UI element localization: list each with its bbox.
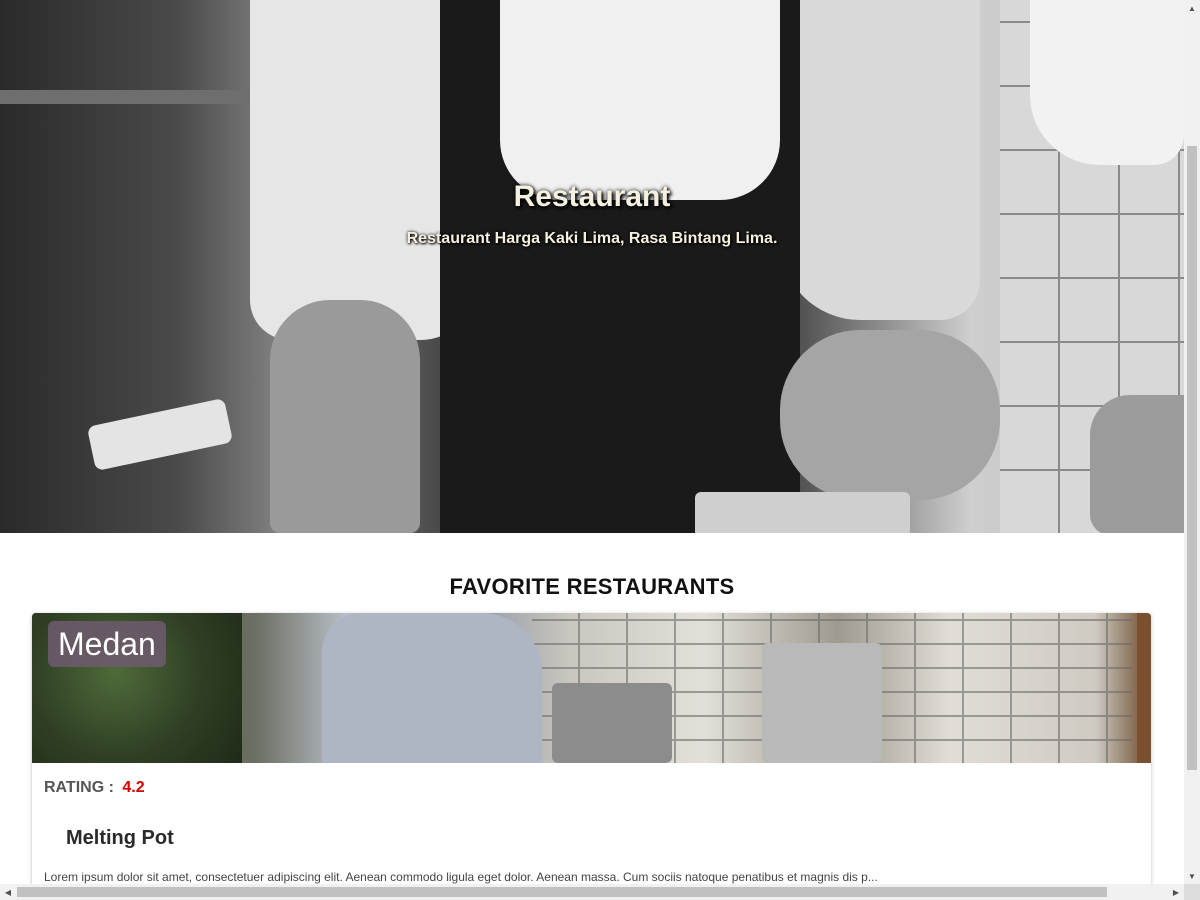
- page: Restaurant Restaurant Harga Kaki Lima, R…: [0, 0, 1200, 900]
- horizontal-scroll-thumb[interactable]: [17, 887, 1107, 897]
- hero-container: [695, 492, 910, 533]
- scroll-corner: [1184, 884, 1200, 900]
- restaurant-card[interactable]: Medan RATING : 4.2 Melting Pot Lorem ips…: [32, 613, 1151, 900]
- hero-arm-left: [270, 300, 420, 533]
- card-body: RATING : 4.2 Melting Pot Lorem ipsum dol…: [32, 779, 1151, 884]
- image-person: [322, 613, 542, 763]
- hero-napkin: [86, 397, 234, 472]
- hero-shelf: [0, 90, 260, 104]
- restaurant-image: Medan: [32, 613, 1151, 763]
- hero-subtitle: Restaurant Harga Kaki Lima, Rasa Bintang…: [406, 230, 778, 247]
- rating-value: 4.2: [122, 779, 145, 796]
- hero-banner: Restaurant Restaurant Harga Kaki Lima, R…: [0, 0, 1184, 533]
- vertical-scrollbar[interactable]: ▲ ▼: [1184, 0, 1200, 884]
- rating-label: RATING :: [44, 779, 114, 796]
- arrow-up-icon[interactable]: ▲: [1184, 0, 1200, 16]
- image-edge: [1137, 613, 1151, 763]
- city-badge: Medan: [48, 621, 166, 667]
- image-coffee-machine: [552, 683, 672, 763]
- horizontal-scrollbar[interactable]: ◀ ▶: [0, 884, 1184, 900]
- rating: RATING : 4.2: [44, 779, 1139, 797]
- hero-shirt-collar: [500, 0, 780, 200]
- restaurant-description: Lorem ipsum dolor sit amet, consectetuer…: [44, 870, 878, 884]
- vertical-scroll-thumb[interactable]: [1187, 146, 1197, 770]
- section-title: FAVORITE RESTAURANTS: [449, 574, 735, 599]
- hero-sleeve: [1030, 0, 1184, 165]
- hero-bowl: [1090, 395, 1184, 533]
- image-appliance: [762, 643, 882, 763]
- arrow-left-icon[interactable]: ◀: [0, 884, 16, 900]
- restaurant-name[interactable]: Melting Pot: [66, 827, 1139, 850]
- hero-title: Restaurant: [513, 180, 671, 213]
- hero-shirt-right: [780, 0, 980, 320]
- hero-arm-right: [780, 330, 1000, 500]
- arrow-down-icon[interactable]: ▼: [1184, 868, 1200, 884]
- arrow-right-icon[interactable]: ▶: [1168, 884, 1184, 900]
- hero-text: Restaurant Restaurant Harga Kaki Lima, R…: [0, 180, 1184, 248]
